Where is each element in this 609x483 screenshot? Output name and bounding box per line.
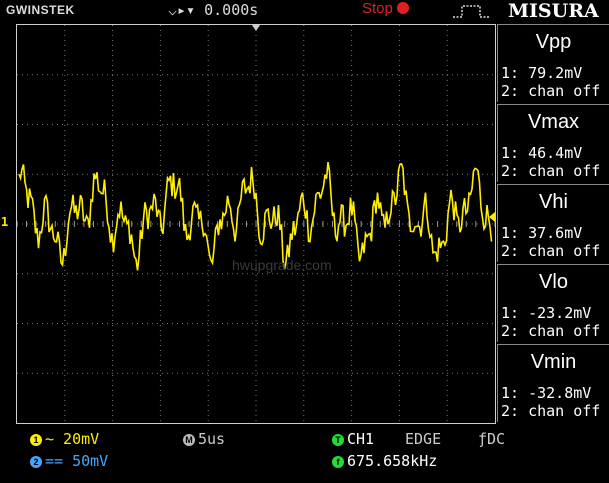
grid-graticule <box>16 25 496 423</box>
measure-title: Vmax <box>527 111 580 133</box>
trigger-delay-value: 0.000s <box>204 1 259 19</box>
ch1-waveform <box>18 161 493 271</box>
menu-title: MISURA <box>508 0 599 22</box>
measure-vmin[interactable]: Vmin 1: -32.8mV 2: chan off <box>497 344 609 422</box>
bottom-status-bar: 1 ~ 20mV 2 == 50mV M 5us T CH1 EDGE ƒDC f 675… <box>0 425 609 483</box>
ch2-icon: 2 <box>30 456 42 468</box>
trigger-type[interactable]: EDGE <box>405 430 441 448</box>
trigger-coupling[interactable]: ƒDC <box>478 430 505 448</box>
frequency-value: 675.658kHz <box>347 452 438 470</box>
measure-title: Vmin <box>530 351 577 373</box>
trigger-source[interactable]: T CH1 <box>332 430 374 448</box>
run-state-indicator[interactable]: Stop <box>362 0 409 17</box>
brand-logo: GWINSTEK <box>6 3 75 17</box>
oscilloscope-screen: GWINSTEK ⌵▸▾ 0.000s Stop MISURA 1 hwupgr… <box>0 0 609 483</box>
measure-title: Vhi <box>539 191 568 213</box>
measure-vhi[interactable]: Vhi 1: 37.6mV 2: chan off <box>497 184 609 262</box>
measure-ch1-value: 1: 46.4mV <box>501 144 583 162</box>
ch2-scale[interactable]: 2 == 50mV <box>30 452 108 470</box>
run-state-label: Stop <box>362 0 393 17</box>
frequency-readout: f 675.658kHz <box>332 452 437 470</box>
measure-ch2-value: 2: chan off <box>501 162 601 180</box>
stop-icon <box>396 2 409 14</box>
measure-title: Vlo <box>539 271 568 293</box>
measurement-panel: Vpp 1: 79.2mV 2: chan off Vmax 1: 46.4mV… <box>497 24 609 424</box>
measure-ch1-value: 1: -32.8mV <box>501 384 592 402</box>
ch1-scale[interactable]: 1 ~ 20mV <box>30 430 99 448</box>
measure-ch2-value: 2: chan off <box>501 322 601 340</box>
trigger-delay-icon: ⌵▸▾ <box>168 1 196 19</box>
watermark: hwupgrade.com <box>232 257 332 273</box>
timebase-value: 5us <box>198 430 226 448</box>
trigger-source-value: CH1 <box>347 430 375 448</box>
timebase[interactable]: M 5us <box>183 430 225 448</box>
ch2-scale-value: == 50mV <box>45 452 109 470</box>
measure-ch2-value: 2: chan off <box>501 402 601 420</box>
timebase-icon: M <box>183 434 195 446</box>
measure-vlo[interactable]: Vlo 1: -23.2mV 2: chan off <box>497 264 609 342</box>
measure-vpp[interactable]: Vpp 1: 79.2mV 2: chan off <box>497 24 609 102</box>
trigger-level-icon[interactable] <box>489 212 495 222</box>
waveform-grid: hwupgrade.com <box>16 24 496 424</box>
top-status-bar: GWINSTEK ⌵▸▾ 0.000s Stop MISURA <box>0 0 609 22</box>
trigger-position-icon <box>252 25 260 31</box>
trigger-delay[interactable]: ⌵▸▾ 0.000s <box>168 1 258 19</box>
measure-title: Vpp <box>535 31 572 53</box>
measure-ch2-value: 2: chan off <box>501 242 601 260</box>
frequency-icon: f <box>332 456 344 468</box>
ch1-scale-value: ~ 20mV <box>45 430 100 448</box>
measure-ch1-value: 1: 37.6mV <box>501 224 583 242</box>
ch1-ground-marker[interactable]: 1 <box>1 215 8 229</box>
measure-vmax[interactable]: Vmax 1: 46.4mV 2: chan off <box>497 104 609 182</box>
trigger-icon: T <box>332 434 344 446</box>
measure-ch1-value: 1: 79.2mV <box>501 64 583 82</box>
measure-ch2-value: 2: chan off <box>501 82 601 100</box>
trigger-edge-icon <box>453 5 490 18</box>
measure-ch1-value: 1: -23.2mV <box>501 304 592 322</box>
ch1-icon: 1 <box>30 434 42 446</box>
